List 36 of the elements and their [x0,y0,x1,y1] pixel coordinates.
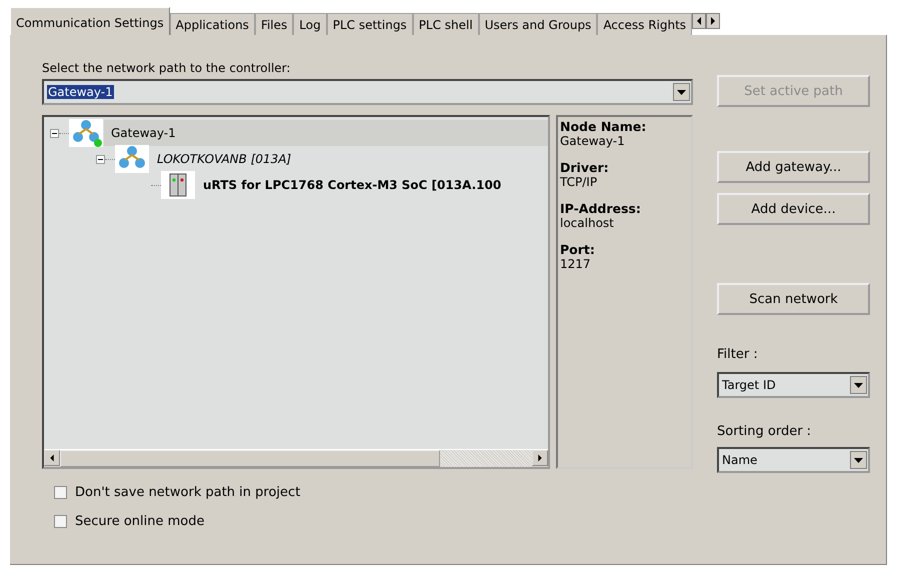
tree-node-label[interactable]: uRTS for LPC1768 Cortex-M3 SoC [013A.100 [203,178,502,192]
add-gateway-button[interactable]: Add gateway... [717,151,870,183]
tab[interactable]: Files [254,13,294,35]
tree-node-label[interactable]: LOKOTKOVANB [013A] [157,152,292,166]
sorting-order-label: Sorting order : [717,424,812,439]
network-path-combo[interactable]: Gateway-1 [42,79,693,105]
add-device-button[interactable]: Add device... [717,193,870,225]
filter-combo[interactable]: Target ID [717,372,870,398]
checkbox-label: Don't save network path in project [75,485,300,500]
info-value: TCP/IP [560,175,598,189]
collapse-icon[interactable] [96,154,105,164]
info-value: localhost [560,216,615,230]
info-value: Gateway-1 [560,134,626,148]
tab[interactable]: Users and Groups [478,13,598,35]
filter-label: Filter : [717,347,759,362]
tab[interactable]: PLC settings [326,13,413,35]
tab[interactable]: PLC shell [412,13,479,35]
sorting-order-combo[interactable]: Name [717,447,870,473]
tab[interactable]: Applications [170,13,255,35]
tab[interactable]: Communication Settings [10,7,170,35]
checkbox[interactable] [54,515,67,528]
tab[interactable]: Log [293,13,327,35]
info-label: Node Name: [560,119,648,134]
tree-node-label[interactable]: Gateway-1 [111,126,176,140]
info-label: IP-Address: [560,201,642,216]
tab[interactable]: Access Rights [597,13,692,35]
collapse-icon[interactable] [50,128,59,138]
path-label: Select the network path to the controller: [42,61,292,75]
checkbox-label: Secure online mode [75,514,204,529]
scan-network-button[interactable]: Scan network [717,283,870,315]
info-value: 1217 [560,257,592,271]
scroll-right-icon[interactable] [706,13,720,29]
scroll-left-icon[interactable] [692,13,706,29]
info-label: Port: [560,242,596,257]
checkbox[interactable] [54,486,67,499]
info-label: Driver: [560,160,610,175]
